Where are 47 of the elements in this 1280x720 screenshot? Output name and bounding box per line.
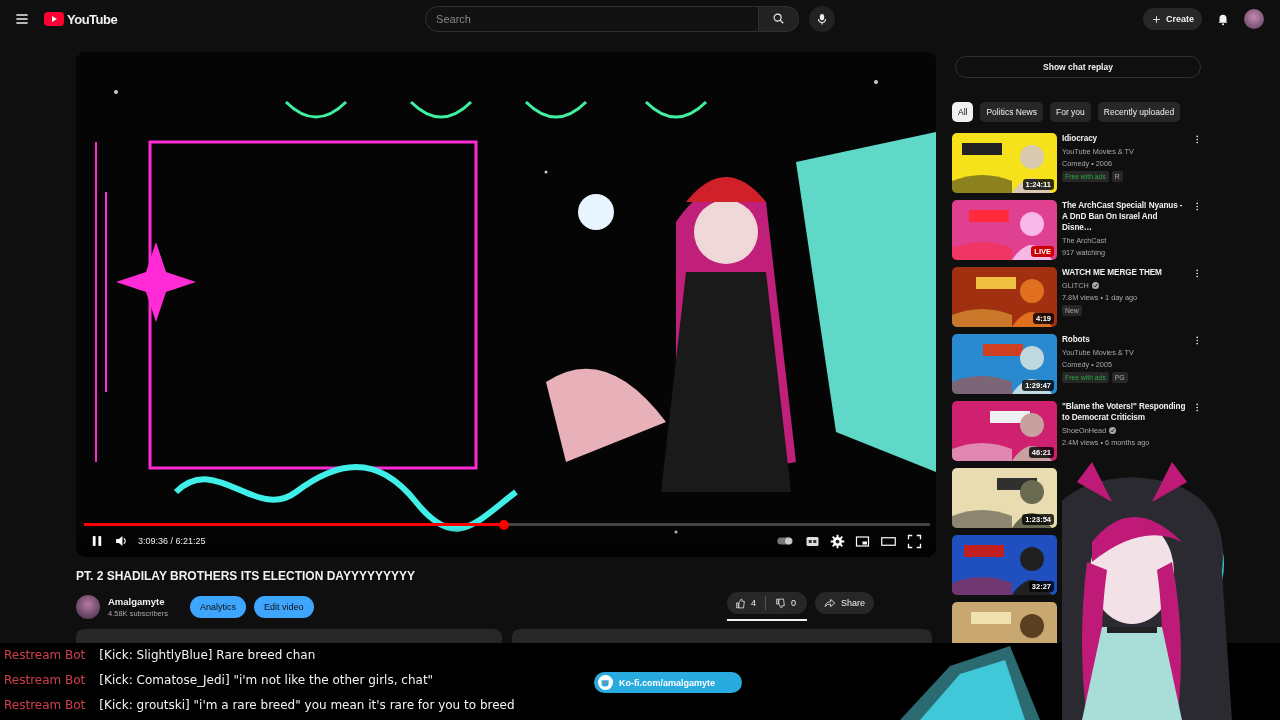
search-field[interactable]: Search [425, 6, 760, 32]
show-chat-replay-button[interactable]: Show chat replay [955, 56, 1201, 78]
edit-video-button[interactable]: Edit video [254, 595, 314, 618]
share-button[interactable]: Share [814, 592, 874, 614]
analytics-button[interactable]: Analytics [190, 595, 247, 618]
share-icon [823, 597, 836, 609]
notifications-icon[interactable] [1216, 12, 1230, 26]
channel-avatar[interactable] [76, 594, 100, 619]
play-pause-button[interactable] [90, 534, 104, 548]
channel-name[interactable]: Amalgamyte [108, 595, 169, 607]
video-title[interactable]: Robots [1062, 334, 1187, 345]
filter-chip[interactable]: All [952, 102, 974, 122]
filter-chip[interactable]: For you [1050, 102, 1091, 122]
like-button[interactable]: 4 [734, 597, 756, 609]
volume-icon[interactable] [114, 534, 128, 548]
chat-message: [Kick: Comatose_Jedi] "i'm not like the other girls, chat" [99, 672, 434, 689]
chat-author: Restream Bot [4, 697, 86, 714]
search-icon [771, 12, 786, 26]
account-avatar[interactable] [1244, 9, 1264, 29]
pause-icon [90, 534, 104, 548]
chat-author: Restream Bot [4, 672, 86, 689]
logo-text[interactable]: YouTube [67, 11, 118, 27]
video-title[interactable]: "Blame the Voters!" Responding to Democrat Criticism [1062, 401, 1187, 423]
create-button[interactable]: Create [1142, 8, 1202, 30]
fullscreen-icon[interactable] [907, 533, 922, 549]
chat-message: [Kick: SlightlyBlue] Rare breed chan [99, 647, 316, 664]
thumbs-down-icon [775, 597, 786, 609]
video-title[interactable]: WATCH ME MERGE THEM [1062, 267, 1187, 278]
chat-author: Restream Bot [4, 647, 86, 664]
plus-icon [1150, 13, 1162, 25]
time-display: 3:09:36 / 6:21:25 [138, 536, 206, 546]
microphone-button[interactable] [809, 6, 836, 32]
logo-icon[interactable] [44, 12, 64, 26]
video-title[interactable]: Idiocracy [1062, 133, 1187, 144]
thumbs-up-icon [734, 597, 746, 609]
chat-message: [Kick: groutski] "i'm a rare breed" you mean it's rare for you to breed [99, 697, 515, 714]
video-title: PT. 2 SHADILAY BROTHERS ITS ELECTION DAYYYYYYYYY [76, 569, 416, 583]
search-button[interactable] [759, 6, 800, 32]
video-title[interactable]: The ArchCast Special! Nyanus - A DnD Ban On Israel And Disne… [1062, 200, 1187, 233]
menu-icon[interactable] [14, 11, 30, 27]
cup-icon [600, 677, 611, 688]
settings-icon[interactable] [830, 533, 845, 549]
progress-handle[interactable] [499, 519, 510, 530]
filter-chip[interactable]: Recently uploaded [1097, 102, 1181, 122]
miniplayer-icon[interactable] [855, 533, 870, 549]
filter-chip[interactable]: Politics News [980, 102, 1043, 122]
dislike-button[interactable]: 0 [775, 597, 796, 609]
